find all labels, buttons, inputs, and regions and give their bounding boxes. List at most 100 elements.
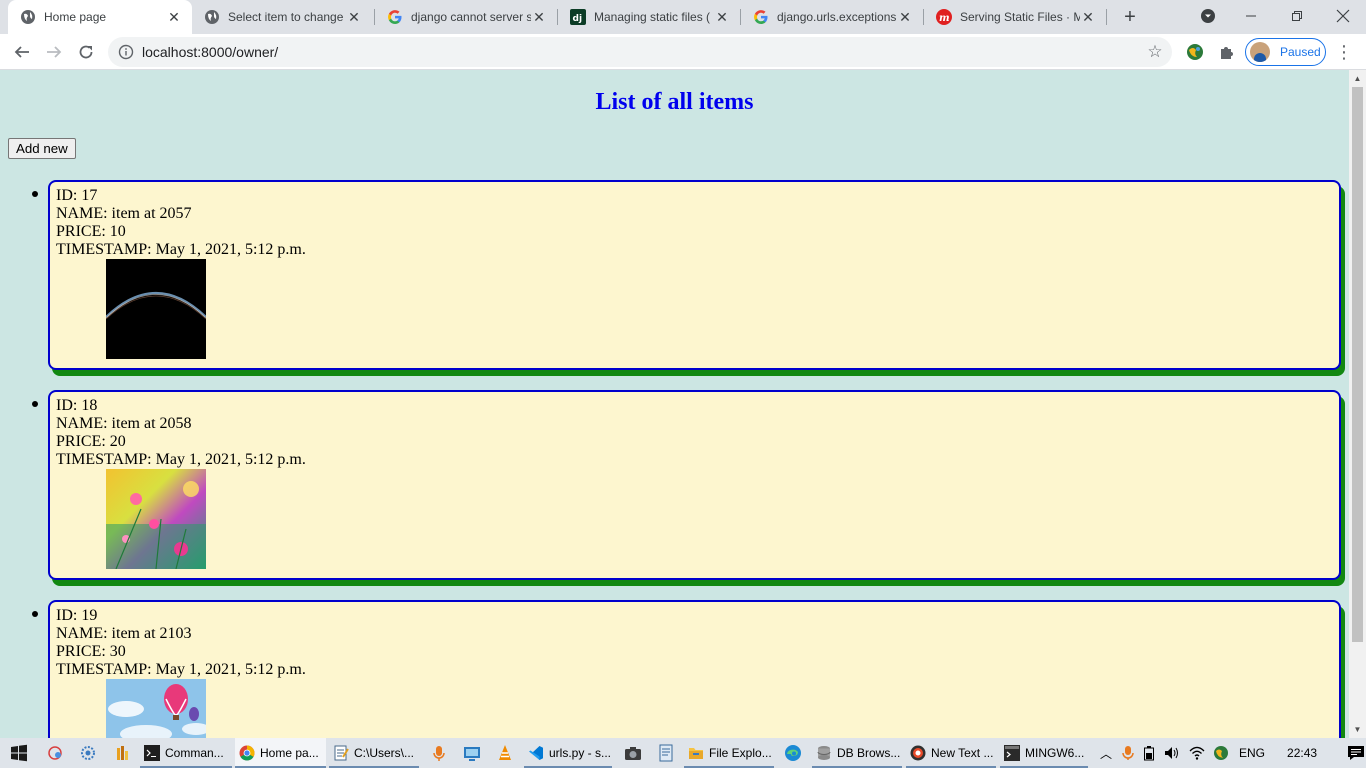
tab-select-item[interactable]: Select item to change ✕: [192, 0, 372, 34]
close-icon[interactable]: ✕: [531, 9, 547, 25]
network-globe-icon[interactable]: [1213, 745, 1229, 761]
system-tray: ︿ ENG 22:43: [1097, 738, 1365, 768]
item-price: PRICE: 10: [56, 223, 126, 240]
item-id: ID: 19: [56, 607, 98, 624]
item-name: NAME: item at 2057: [56, 205, 192, 222]
database-icon: [817, 746, 831, 760]
scroll-down-arrow-icon[interactable]: ▼: [1349, 721, 1366, 738]
vlc-icon[interactable]: [495, 743, 515, 763]
taskbar-app-vscode[interactable]: urls.py - s...: [524, 738, 612, 768]
page-title: List of all items: [595, 89, 754, 115]
wifi-icon[interactable]: [1189, 745, 1205, 761]
taskbar-app-notepad[interactable]: C:\Users\...: [329, 738, 419, 768]
scrollbar-thumb[interactable]: [1352, 87, 1363, 642]
vertical-scrollbar[interactable]: ▲ ▼: [1349, 70, 1366, 738]
taskbar-app-label: DB Brows...: [837, 746, 901, 760]
svg-text:dj: dj: [573, 14, 583, 24]
back-arrow-icon[interactable]: [8, 38, 36, 66]
close-icon[interactable]: ✕: [1080, 9, 1096, 25]
tab-django-cannot-server[interactable]: django cannot server s ✕: [375, 0, 557, 34]
folder-icon: [689, 748, 703, 759]
vscode-icon: [529, 746, 543, 760]
bookmark-star-icon[interactable]: ☆: [1146, 43, 1164, 61]
close-icon[interactable]: ✕: [714, 9, 730, 25]
new-tab-button[interactable]: +: [1118, 5, 1142, 29]
django-icon: dj: [570, 9, 586, 25]
tab-django-urls-exceptions[interactable]: django.urls.exceptions ✕: [741, 0, 923, 34]
tab-home-page[interactable]: Home page ✕: [8, 0, 192, 34]
taskbar-app-mingw[interactable]: MINGW6...: [1000, 738, 1088, 768]
document-icon[interactable]: [656, 743, 676, 763]
taskbar-app-label: Home pa...: [260, 746, 319, 760]
info-icon[interactable]: [118, 44, 134, 60]
taskbar-app-label: C:\Users\...: [354, 746, 415, 760]
list-bullet: [32, 611, 38, 617]
list-item: ID: 18 NAME: item at 2058 PRICE: 20 TIME…: [48, 390, 1341, 580]
microphone-icon[interactable]: [1121, 745, 1135, 761]
cortana-icon[interactable]: [45, 743, 65, 763]
add-new-button[interactable]: Add new: [8, 138, 76, 159]
bars-chart-icon[interactable]: [112, 743, 132, 763]
taskbar-app-new-text[interactable]: New Text ...: [906, 738, 996, 768]
windows-taskbar: Comman... Home pa... C:\Users\... urls.p…: [0, 738, 1366, 768]
svg-text:m: m: [939, 13, 950, 24]
list-bullet: [32, 191, 38, 197]
url-text: localhost:8000/owner/: [142, 44, 279, 60]
chrome-canary-icon: [910, 745, 926, 761]
chrome-icon: [239, 745, 255, 761]
address-bar[interactable]: localhost:8000/owner/ ☆: [108, 37, 1172, 67]
windows-start-icon[interactable]: [9, 743, 29, 763]
tab-managing-static-files[interactable]: dj Managing static files ( ✕: [558, 0, 740, 34]
item-id: ID: 18: [56, 397, 98, 414]
medium-icon: m: [936, 9, 952, 25]
google-icon: [753, 9, 769, 25]
forward-arrow-icon[interactable]: [40, 38, 68, 66]
item-timestamp: TIMESTAMP: May 1, 2021, 5:12 p.m.: [56, 451, 306, 468]
minimize-button[interactable]: [1228, 0, 1274, 32]
puzzle-icon[interactable]: [1218, 43, 1236, 61]
extension-globe-icon[interactable]: [1186, 43, 1204, 61]
terminal-icon: [1004, 745, 1020, 761]
notepad-icon: [334, 745, 349, 761]
close-window-button[interactable]: [1320, 0, 1366, 32]
notification-icon[interactable]: [1347, 745, 1365, 761]
language-indicator[interactable]: ENG: [1239, 746, 1265, 760]
remote-desktop-icon[interactable]: [462, 743, 482, 763]
tab-search-button[interactable]: [1185, 0, 1231, 32]
kebab-menu-icon[interactable]: ⋮: [1334, 41, 1354, 63]
close-icon[interactable]: ✕: [346, 9, 362, 25]
list-bullet: [32, 401, 38, 407]
scroll-up-arrow-icon[interactable]: ▲: [1349, 70, 1366, 87]
microphone-icon[interactable]: [429, 743, 449, 763]
tab-title: django cannot server s: [411, 10, 531, 24]
battery-icon[interactable]: [1143, 745, 1155, 761]
item-image: [106, 469, 206, 569]
tab-serving-static-files[interactable]: m Serving Static Files · M ✕: [924, 0, 1106, 34]
close-icon[interactable]: ✕: [897, 9, 913, 25]
taskbar-app-label: urls.py - s...: [549, 746, 612, 760]
item-name: NAME: item at 2058: [56, 415, 192, 432]
browser-toolbar: localhost:8000/owner/ ☆ Paused ⋮: [0, 34, 1366, 70]
item-timestamp: TIMESTAMP: May 1, 2021, 5:12 p.m.: [56, 661, 306, 678]
camera-icon[interactable]: [623, 743, 643, 763]
taskbar-app-db-browser[interactable]: DB Brows...: [812, 738, 902, 768]
tab-title: Serving Static Files · M: [960, 10, 1080, 24]
taskbar-app-chrome[interactable]: Home pa...: [235, 738, 326, 768]
restore-button[interactable]: [1274, 0, 1320, 32]
settings-gear-icon[interactable]: [78, 743, 98, 763]
edge-icon[interactable]: [783, 743, 803, 763]
volume-icon[interactable]: [1163, 745, 1181, 761]
item-price: PRICE: 30: [56, 643, 126, 660]
taskbar-app-command-prompt[interactable]: Comman...: [140, 738, 232, 768]
taskbar-app-file-explorer[interactable]: File Explo...: [684, 738, 774, 768]
reload-icon[interactable]: [72, 38, 100, 66]
chevron-up-icon[interactable]: ︿: [1097, 745, 1115, 762]
terminal-icon: [144, 745, 160, 761]
globe-icon: [20, 9, 36, 25]
clock[interactable]: 22:43: [1287, 746, 1317, 760]
globe-icon: [204, 9, 220, 25]
item-image: [106, 679, 206, 738]
profile-button[interactable]: Paused: [1245, 38, 1326, 66]
list-item: ID: 17 NAME: item at 2057 PRICE: 10 TIME…: [48, 180, 1341, 370]
close-icon[interactable]: ✕: [166, 9, 182, 25]
